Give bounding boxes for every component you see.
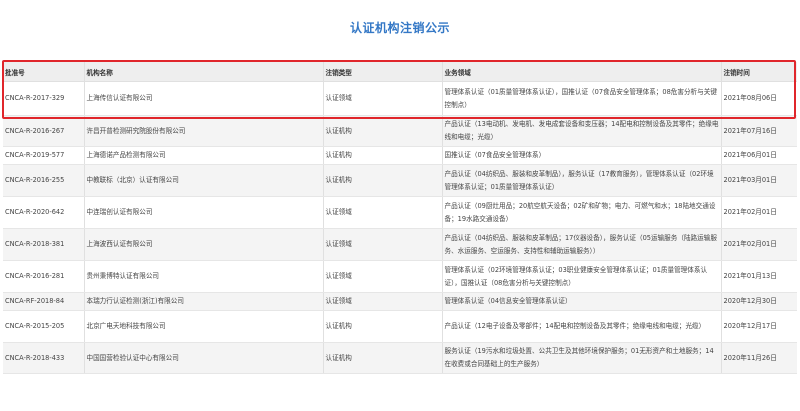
cell-business-field: 产品认证（09厨灶用品；20航空航天设备；02矿和矿物；电力、可燃气和水；18陆… xyxy=(441,196,721,229)
cell-org-name: 上海德诺产品检测有限公司 xyxy=(83,146,323,165)
cell-approval-no: CNCA-R-2020-642 xyxy=(3,196,84,229)
table-row[interactable]: CNCA-R-2017-329 上海传信认证有限公司 认证领域 管理体系认证（01质量… xyxy=(3,81,797,116)
table-row[interactable]: CNCA-RF-2018-84 本瑞力行认证检测(浙江)有限公司 认证领域 管理体系认… xyxy=(3,292,797,311)
table-header-row: 批准号 机构名称 注销类型 业务领域 注销时间 xyxy=(3,62,797,82)
cell-revocation-date: 2021年06月01日 xyxy=(720,146,797,165)
cell-approval-no: CNCA-R-2018-433 xyxy=(3,342,84,374)
header-org-name: 机构名称 xyxy=(83,62,323,82)
cell-revocation-date: 2020年12月30日 xyxy=(720,292,797,311)
cell-approval-no: CNCA-R-2018-381 xyxy=(3,228,84,261)
cell-org-name: 本瑞力行认证检测(浙江)有限公司 xyxy=(83,292,323,311)
cell-business-field: 产品认证（04纺织品、服装和皮革制品；17仪器设备），服务认证（05运输服务（陆… xyxy=(441,228,721,261)
cell-approval-no: CNCA-R-2016-281 xyxy=(3,260,84,293)
page-title: 认证机构注销公示 xyxy=(349,21,450,35)
table-row[interactable]: CNCA-R-2016-267 许昌开普检测研究院股份有限公司 认证机构 产品认证（1… xyxy=(3,115,797,147)
cell-revocation-type: 认证领域 xyxy=(322,81,442,116)
revocation-table-container: 批准号 机构名称 注销类型 业务领域 注销时间 CNCA-R-2017-329 上… xyxy=(3,62,797,374)
cell-org-name: 许昌开普检测研究院股份有限公司 xyxy=(83,115,323,147)
cell-business-field: 管理体系认证（01质量管理体系认证），国推认证（07食品安全管理体系；08危害分… xyxy=(441,81,721,116)
cell-approval-no: CNCA-R-2019-577 xyxy=(3,146,84,165)
cell-revocation-type: 认证机构 xyxy=(322,146,442,165)
cell-revocation-type: 认证机构 xyxy=(322,342,442,374)
cell-approval-no: CNCA-R-2016-267 xyxy=(3,115,84,147)
cell-org-name: 北京广电天地科技有限公司 xyxy=(83,310,323,343)
revocation-table: 批准号 机构名称 注销类型 业务领域 注销时间 CNCA-R-2017-329 上… xyxy=(3,62,797,374)
cell-business-field: 管理体系认证（04信息安全管理体系认证） xyxy=(441,292,721,311)
cell-revocation-date: 2021年03月01日 xyxy=(720,164,797,197)
cell-business-field: 产品认证（04纺织品、服装和皮革制品），服务认证（17教育服务），管理体系认证（… xyxy=(441,164,721,197)
table-row[interactable]: CNCA-R-2016-255 中教联标（北京）认证有限公司 认证机构 产品认证（04… xyxy=(3,164,797,197)
cell-revocation-date: 2021年01月13日 xyxy=(720,260,797,293)
cell-revocation-type: 认证领域 xyxy=(322,292,442,311)
cell-org-name: 中连瑞创认证有限公司 xyxy=(83,196,323,229)
cell-revocation-date: 2021年08月06日 xyxy=(720,81,797,116)
header-revocation-type: 注销类型 xyxy=(322,62,442,82)
cell-revocation-type: 认证领域 xyxy=(322,196,442,229)
cell-approval-no: CNCA-RF-2018-84 xyxy=(3,292,84,311)
table-row[interactable]: CNCA-R-2016-281 贵州秉博特认证有限公司 认证领域 管理体系认证（02环… xyxy=(3,260,797,293)
cell-business-field: 产品认证（12电子设备及零部件；14配电和控制设备及其零件；绝缘电线和电缆；光缆… xyxy=(441,310,721,343)
cell-org-name: 上海波西认证有限公司 xyxy=(83,228,323,261)
table-row[interactable]: CNCA-R-2020-642 中连瑞创认证有限公司 认证领域 产品认证（09厨灶用品… xyxy=(3,196,797,229)
cell-org-name: 贵州秉博特认证有限公司 xyxy=(83,260,323,293)
cell-org-name: 上海传信认证有限公司 xyxy=(83,81,323,116)
header-approval-no: 批准号 xyxy=(3,62,84,82)
cell-approval-no: CNCA-R-2015-205 xyxy=(3,310,84,343)
cell-business-field: 服务认证（19污水和垃圾处置、公共卫生及其他环境保护服务；01无形资产和土地服务… xyxy=(441,342,721,374)
header-business-field: 业务领域 xyxy=(441,62,721,82)
cell-approval-no: CNCA-R-2016-255 xyxy=(3,164,84,197)
cell-revocation-date: 2020年12月17日 xyxy=(720,310,797,343)
cell-revocation-type: 认证机构 xyxy=(322,115,442,147)
table-row[interactable]: CNCA-R-2019-577 上海德诺产品检测有限公司 认证机构 国推认证（07食品… xyxy=(3,146,797,165)
cell-revocation-type: 认证领域 xyxy=(322,228,442,261)
table-row[interactable]: CNCA-R-2015-205 北京广电天地科技有限公司 认证机构 产品认证（12电子… xyxy=(3,310,797,343)
cell-revocation-date: 2021年02月01日 xyxy=(720,228,797,261)
cell-revocation-type: 认证机构 xyxy=(322,310,442,343)
cell-org-name: 中教联标（北京）认证有限公司 xyxy=(83,164,323,197)
table-row[interactable]: CNCA-R-2018-381 上海波西认证有限公司 认证领域 产品认证（04纺织品、… xyxy=(3,228,797,261)
cell-revocation-date: 2020年11月26日 xyxy=(720,342,797,374)
cell-business-field: 产品认证（13电动机、发电机、发电成套设备和变压器；14配电和控制设备及其零件；… xyxy=(441,115,721,147)
cell-business-field: 管理体系认证（02环境管理体系认证；03职业健康安全管理体系认证；01质量管理体… xyxy=(441,260,721,293)
cell-revocation-date: 2021年07月16日 xyxy=(720,115,797,147)
cell-business-field: 国推认证（07食品安全管理体系） xyxy=(441,146,721,165)
table-row[interactable]: CNCA-R-2018-433 中国国营检验认证中心有限公司 认证机构 服务认证（19… xyxy=(3,342,797,374)
header-revocation-date: 注销时间 xyxy=(720,62,797,82)
cell-approval-no: CNCA-R-2017-329 xyxy=(3,81,84,116)
cell-revocation-type: 认证机构 xyxy=(322,164,442,197)
cell-org-name: 中国国营检验认证中心有限公司 xyxy=(83,342,323,374)
cell-revocation-date: 2021年02月01日 xyxy=(720,196,797,229)
cell-revocation-type: 认证领域 xyxy=(322,260,442,293)
